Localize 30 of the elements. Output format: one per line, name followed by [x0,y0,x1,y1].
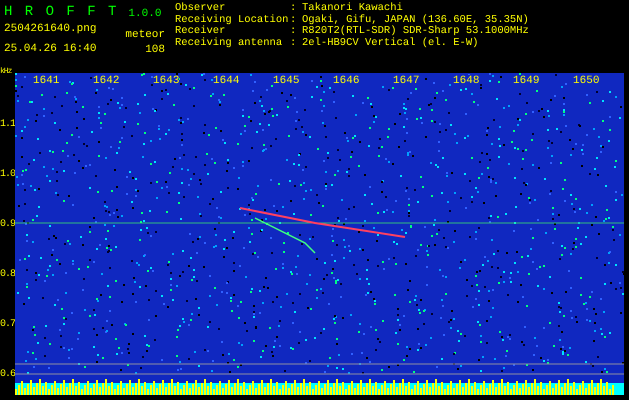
app-title: H R O F F T [4,3,118,22]
datetime-label: 25.04.26 16:40 [4,42,96,56]
info-label: Observer [175,3,226,14]
frequency-tick-label: 0.9 [0,219,16,231]
meteor-count: 108 [145,43,165,57]
frequency-tick-label: 1.1 [0,119,16,131]
info-label: Receiver [175,26,226,37]
time-tick-label: 1650 [573,75,600,87]
info-separator: : [290,3,298,14]
info-separator: : [290,26,298,38]
frequency-tick-label: 0.6 [0,369,16,381]
frequency-tick-label: 0.8 [0,269,16,281]
frequency-tick-label: 1.0 [0,169,16,181]
time-tick-label: 1646 [333,75,360,87]
info-separator: : [290,14,298,26]
time-tick-label: 1643 [153,75,180,87]
time-tick-label: 1649 [513,75,540,87]
axis-unit-label: kHz [0,67,13,77]
frequency-tick-label: 0.7 [0,319,16,331]
time-tick-label: 1648 [453,75,480,87]
info-value: Ogaki, Gifu, JAPAN (136.60E, 35.35N) [302,14,529,26]
mode-label: meteor [125,28,165,42]
info-label: Receiving antenna [175,38,284,49]
info-label: Receiving Location [175,14,290,26]
filename-label: 2504261640.png [4,22,96,36]
version-label: 1.0.0 [128,7,162,22]
info-value: Takanori Kawachi [302,3,403,14]
info-value: R820T2(RTL-SDR) SDR-Sharp 53.1000MHz [302,26,529,37]
info-value: 2el-HB9CV Vertical (el. E-W) [302,38,478,49]
info-separator: : [290,38,298,49]
